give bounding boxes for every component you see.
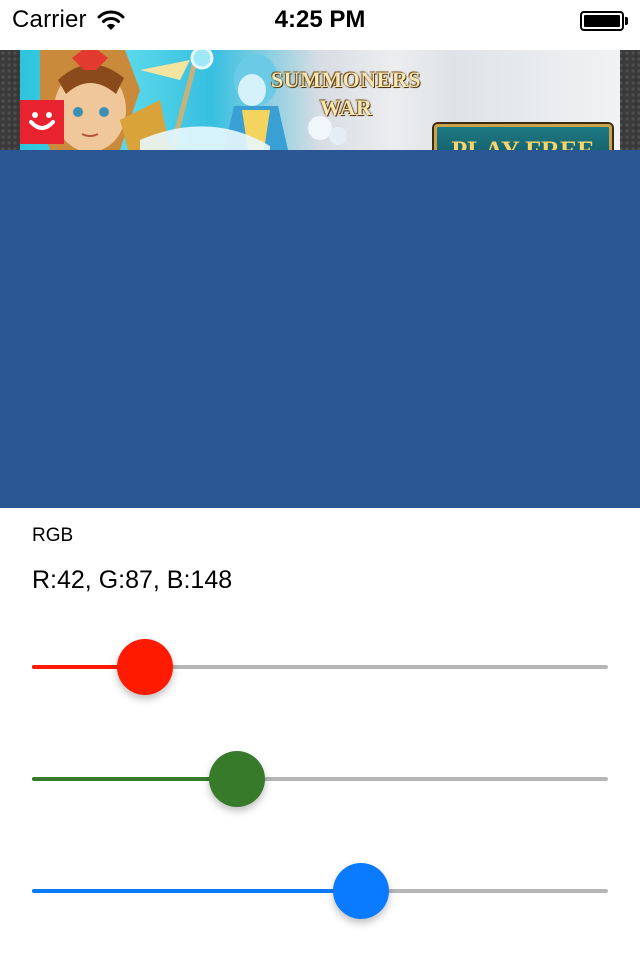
red-slider[interactable]: [32, 637, 608, 697]
status-time: 4:25 PM: [274, 6, 366, 33]
blue-slider[interactable]: [32, 861, 608, 921]
color-mode-label: RGB: [32, 525, 74, 546]
color-preview-swatch: [0, 150, 640, 508]
ad-smile-logo: [20, 100, 64, 144]
smile-icon: [29, 112, 55, 130]
slider-fill: [32, 889, 361, 893]
slider-thumb[interactable]: [333, 863, 389, 919]
play-free-button[interactable]: PLAY FREE: [434, 124, 612, 150]
status-bar: Carrier 4:25 PM: [0, 0, 640, 40]
ad-banner[interactable]: SUMMONERS WAR PLAY FREE i: [0, 50, 640, 150]
slider-fill: [32, 777, 237, 781]
slider-thumb[interactable]: [209, 751, 265, 807]
ad-title: SUMMONERS WAR: [271, 67, 421, 120]
rgb-value-readout: R:42, G:87, B:148: [32, 566, 233, 594]
slider-thumb[interactable]: [117, 639, 173, 695]
green-slider[interactable]: [32, 749, 608, 809]
battery-icon: [580, 11, 628, 31]
